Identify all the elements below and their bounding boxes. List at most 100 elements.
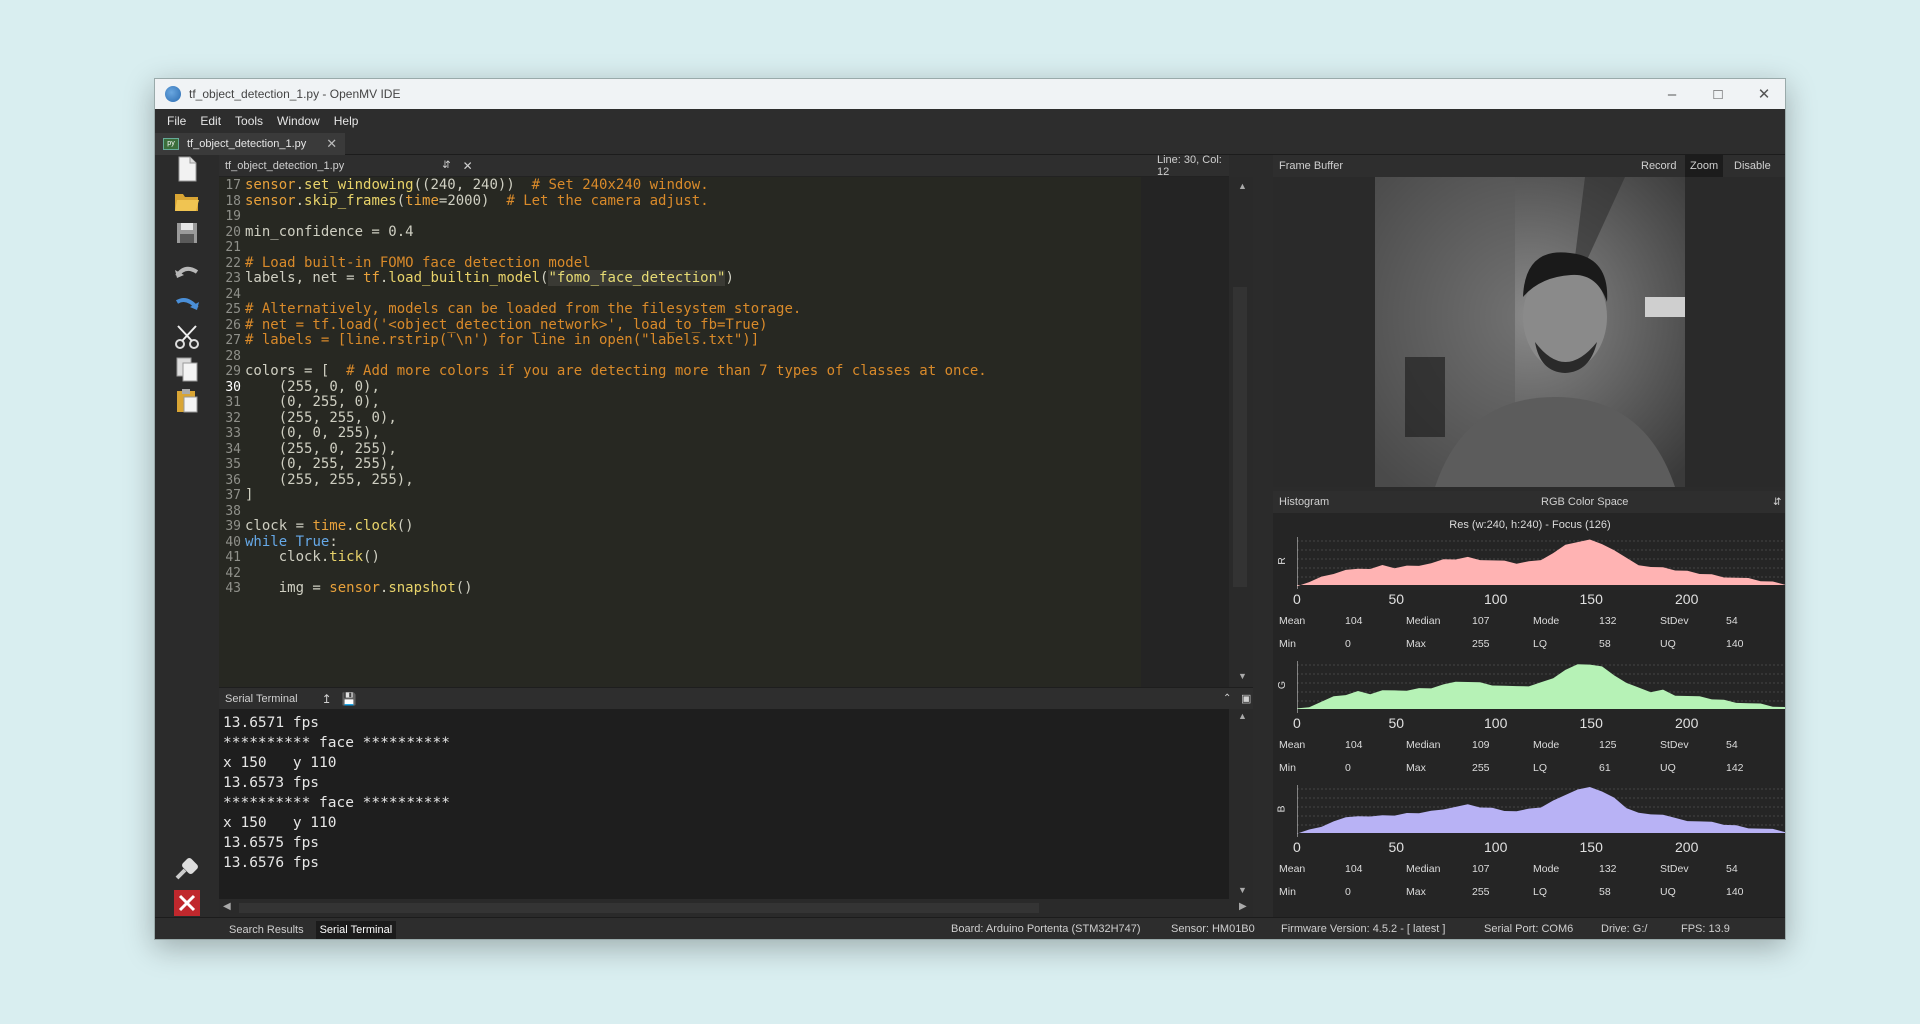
code-line[interactable]: 43 img = sensor.snapshot() <box>219 579 472 598</box>
firmware-status[interactable]: Firmware Version: 4.5.2 - [ latest ] <box>1281 923 1445 935</box>
horizontal-scrollbar[interactable]: ◀ ▶ <box>219 899 1253 917</box>
color-space-select[interactable]: RGB Color Space <box>1541 496 1628 508</box>
terminal-line: ********** face ********** <box>223 735 450 751</box>
histogram-plot <box>1297 661 1785 713</box>
axis-tick-label: 50 <box>1388 591 1405 607</box>
axis-tick-label: 100 <box>1484 715 1508 731</box>
tab-search-results[interactable]: Search Results <box>225 921 308 939</box>
scroll-down-icon[interactable]: ▼ <box>1238 671 1247 681</box>
histogram-header: Histogram RGB Color Space ⇵ <box>1273 491 1785 513</box>
stat-label: Min <box>1279 886 1296 898</box>
scroll-thumb[interactable] <box>1233 287 1247 587</box>
close-document-icon[interactable]: ✕ <box>463 159 473 173</box>
file-tab-bar: py tf_object_detection_1.py ✕ <box>155 132 1785 155</box>
undo-icon[interactable] <box>173 259 201 287</box>
stat-label: Mode <box>1533 615 1560 627</box>
code-text: sensor.skip_frames(time=2000) # Let the … <box>245 192 709 209</box>
stat-label: Max <box>1406 762 1426 774</box>
copy-icon[interactable] <box>173 355 201 383</box>
file-switch-icon[interactable]: ⇵ <box>442 160 450 171</box>
terminal-line: 13.6575 fps <box>223 835 320 851</box>
code-text: labels, net = tf.load_builtin_model("fom… <box>245 270 734 286</box>
code-text: img = sensor.snapshot() <box>245 580 473 596</box>
chevron-updown-icon[interactable]: ⇵ <box>1773 497 1781 508</box>
scroll-left-icon[interactable]: ◀ <box>223 901 231 912</box>
paste-icon[interactable] <box>173 387 201 415</box>
zoom-button[interactable]: Zoom <box>1685 155 1724 177</box>
scroll-up-icon[interactable]: ▲ <box>1238 181 1247 191</box>
axis-tick-label: 150 <box>1579 715 1603 731</box>
axis-tick-label: 0 <box>1293 839 1301 855</box>
terminal-scrollbar[interactable]: ▲ ▼ <box>1229 709 1253 899</box>
channel-label: R <box>1275 557 1288 565</box>
menu-tools[interactable]: Tools <box>235 114 263 128</box>
redo-icon[interactable] <box>173 291 201 319</box>
code-text: min_confidence = 0.4 <box>245 223 414 240</box>
axis-tick-label: 150 <box>1579 591 1603 607</box>
close-tab-icon[interactable]: ✕ <box>326 136 337 152</box>
terminal-options-icon[interactable]: ▣ <box>1241 692 1251 705</box>
menu-help[interactable]: Help <box>334 114 359 128</box>
menu-edit[interactable]: Edit <box>200 114 221 128</box>
tab-serial-terminal[interactable]: Serial Terminal <box>315 920 397 939</box>
code-editor[interactable]: 17 sensor.set_windowing((240, 240)) # Set… <box>219 177 1229 687</box>
axis-tick-label: 0 <box>1293 715 1301 731</box>
cut-icon[interactable] <box>173 323 201 351</box>
scroll-down-icon[interactable]: ▼ <box>1238 885 1247 895</box>
minimize-icon[interactable]: – <box>1649 79 1695 109</box>
serial-terminal[interactable]: 13.6571 fps ********** face ********** x 1… <box>219 709 1229 899</box>
drive-status[interactable]: Drive: G:/ <box>1601 923 1647 935</box>
line-number: 43 <box>225 581 241 596</box>
stat-label: Mean <box>1279 615 1306 627</box>
menu-file[interactable]: File <box>167 114 186 128</box>
stat-value: 104 <box>1345 863 1363 875</box>
ide-window: tf_object_detection_1.py - OpenMV IDE – … <box>154 78 1786 940</box>
terminal-upload-icon[interactable]: ↥ <box>322 692 332 706</box>
terminal-save-icon[interactable]: 💾 <box>342 692 357 706</box>
hscroll-thumb[interactable] <box>239 903 1039 913</box>
scroll-right-icon[interactable]: ▶ <box>1239 901 1247 912</box>
stat-label: UQ <box>1660 638 1676 650</box>
python-file-icon: py <box>163 137 179 150</box>
close-icon[interactable]: ✕ <box>1741 79 1785 109</box>
serial-port-status: Serial Port: COM6 <box>1484 923 1574 935</box>
frame-buffer <box>1273 177 1785 487</box>
editor-scrollbar[interactable]: ▲ ▼ <box>1229 177 1253 687</box>
menu-window[interactable]: Window <box>277 114 320 128</box>
new-file-icon[interactable] <box>173 155 201 183</box>
fps-status: FPS: 13.9 <box>1681 923 1730 935</box>
disable-button[interactable]: Disable <box>1729 155 1776 177</box>
status-bar: Search Results Serial Terminal Board: Ar… <box>155 917 1785 939</box>
editor-filename[interactable]: tf_object_detection_1.py <box>225 160 344 172</box>
stat-value: 132 <box>1599 615 1617 627</box>
record-button[interactable]: Record <box>1641 160 1676 172</box>
stop-icon[interactable] <box>173 889 201 917</box>
axis-tick-label: 0 <box>1293 591 1301 607</box>
stat-value: 107 <box>1472 615 1490 627</box>
stat-label: LQ <box>1533 886 1548 898</box>
stat-value: 0 <box>1345 762 1351 774</box>
stat-label: StDev <box>1660 615 1689 627</box>
stat-value: 255 <box>1472 638 1490 650</box>
stat-value: 255 <box>1472 762 1490 774</box>
histogram-area <box>1297 539 1785 587</box>
editor-header: tf_object_detection_1.py ⇵ ✕ Line: 30, C… <box>219 154 1229 178</box>
connect-icon[interactable] <box>173 855 201 883</box>
code-text: ] <box>245 487 254 503</box>
axis-tick-label: 100 <box>1484 839 1508 855</box>
stat-value: 104 <box>1345 739 1363 751</box>
collapse-icon[interactable]: ⌃ <box>1223 693 1231 704</box>
scroll-up-icon[interactable]: ▲ <box>1238 711 1247 721</box>
file-tab[interactable]: py tf_object_detection_1.py ✕ <box>155 132 346 155</box>
stat-value: 0 <box>1345 886 1351 898</box>
title-bar: tf_object_detection_1.py - OpenMV IDE – … <box>155 79 1785 109</box>
code-text: clock.tick() <box>245 549 380 565</box>
open-folder-icon[interactable] <box>173 187 201 215</box>
save-icon[interactable] <box>173 219 201 247</box>
terminal-line: x 150 y 110 <box>223 755 337 771</box>
axis-tick-label: 100 <box>1484 591 1508 607</box>
maximize-icon[interactable]: □ <box>1695 79 1741 109</box>
axis-tick-label: 50 <box>1388 839 1405 855</box>
stat-value: 0 <box>1345 638 1351 650</box>
terminal-line: 13.6571 fps <box>223 715 320 731</box>
